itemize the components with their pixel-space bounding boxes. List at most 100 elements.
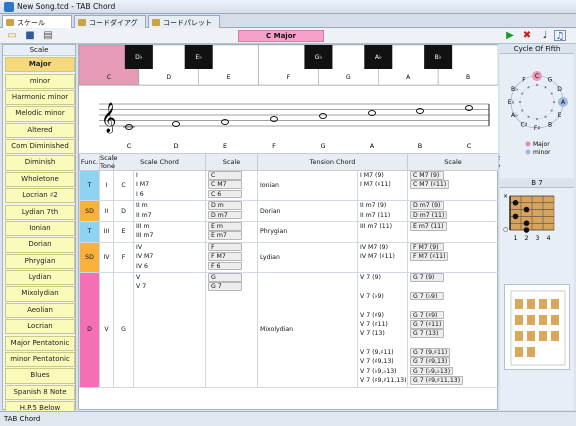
tension-chord[interactable]: F M7 (9) — [410, 243, 496, 252]
tension-chord[interactable]: C M7 (9) — [410, 171, 496, 181]
tension-chord-chip[interactable]: G 7 (♯9,♯11,13) — [410, 376, 464, 385]
scale-chord[interactable]: C M7 — [208, 180, 255, 189]
scale-button[interactable]: minor Pentatonic — [5, 351, 75, 368]
scale-button[interactable]: Melodic minor — [5, 106, 75, 122]
tension-chord-chip[interactable]: G 7 (9,♯11) — [410, 348, 451, 357]
tension-chord-chip[interactable]: C M7 (♯11) — [410, 180, 450, 189]
scale-chord[interactable]: E m7 — [208, 231, 255, 240]
scale-button[interactable]: Phrygian — [5, 253, 75, 269]
tension-chord[interactable]: E m7 (11) — [410, 222, 496, 231]
scale-button[interactable]: Wholetone — [5, 171, 75, 187]
scale-button[interactable]: Locrian ♯2 — [5, 188, 75, 204]
tension-chord-chip[interactable]: G 7 (♯9) — [410, 310, 445, 320]
scale-chord-chip[interactable]: E m7 — [208, 231, 242, 240]
tension-chord-chip[interactable]: G 7 (♭9,♭13) — [410, 366, 454, 376]
scale-chord-chip[interactable]: F M7 — [208, 252, 242, 261]
save-disk-icon[interactable]: ■ — [24, 30, 36, 41]
scale-button[interactable]: Aeolian — [5, 302, 75, 318]
scale-chord[interactable]: E m — [208, 222, 255, 231]
circle-note[interactable]: F♯ — [534, 125, 540, 132]
tension-chord[interactable]: G 7 (♯9) — [410, 310, 496, 320]
scale-button[interactable]: Lydian — [5, 270, 75, 286]
scale-chord[interactable]: G — [208, 273, 255, 282]
music-notes-icon[interactable]: ♫ — [554, 30, 566, 42]
note-icon[interactable]: ♩ — [539, 30, 551, 41]
tension-chord[interactable]: G 7 (♭9) — [410, 291, 496, 301]
scale-button[interactable]: Major — [5, 57, 75, 73]
tension-chord-chip[interactable]: C M7 (9) — [410, 171, 445, 180]
scale-chord-chip[interactable]: C M7 — [208, 180, 242, 189]
scale-chord-chip[interactable]: D m — [208, 201, 242, 210]
circle-note[interactable]: G — [548, 77, 553, 84]
scale-button[interactable]: Com Diminished — [5, 139, 75, 155]
piano-keyboard[interactable]: C D E F G A BD♭ E♭ G♭ A♭ B♭ — [79, 45, 498, 85]
circle-note[interactable]: B♭ — [511, 86, 518, 93]
open-folder-icon[interactable]: ▭ — [6, 30, 18, 41]
circle-note[interactable]: E — [558, 112, 562, 119]
tension-chord-chip[interactable]: F M7 (9) — [410, 243, 445, 252]
scale-button[interactable]: Lydian 7th — [5, 204, 75, 220]
scale-button[interactable]: Major Pentatonic — [5, 335, 75, 351]
tension-chord[interactable]: G 7 (♭9,♭13) — [410, 366, 496, 376]
scale-chord-chip[interactable]: G — [208, 273, 242, 282]
circle-note[interactable]: C♯ — [520, 122, 527, 129]
scale-chord-chip[interactable]: E m — [208, 222, 242, 231]
tab-chord-palette[interactable]: コードパレット — [148, 15, 220, 28]
tab-chord-diagram[interactable]: コードダイアグラム — [74, 15, 146, 37]
tension-chord-chip[interactable]: G 7 (♯9,13) — [410, 357, 451, 367]
scale-chord[interactable]: D m7 — [208, 210, 255, 220]
scale-chord[interactable]: C 6 — [208, 189, 255, 199]
tension-chord[interactable]: G 7 (9,♯11) — [410, 348, 496, 357]
scale-button[interactable]: Blues — [5, 368, 75, 384]
circle-note[interactable]: F — [522, 77, 526, 84]
scale-button[interactable]: Ionian — [5, 220, 75, 237]
tension-chord[interactable]: G 7 (13) — [410, 329, 496, 338]
tension-chord-chip[interactable]: G 7 (♭9) — [410, 291, 445, 301]
tension-chord-chip[interactable]: F M7 (♯11) — [410, 252, 449, 261]
circle-of-fifths[interactable]: C GDAEBF♯C♯A♭E♭B♭FMajorminor — [500, 54, 574, 164]
circle-note[interactable]: D — [557, 86, 562, 93]
tension-chord[interactable]: G 7 (9) — [410, 273, 496, 282]
tension-chord-chip[interactable]: D m7 (9) — [410, 201, 445, 210]
tension-chord-chip[interactable]: G 7 (♯11) — [410, 319, 445, 329]
scale-chord-chip[interactable]: C 6 — [208, 189, 242, 199]
tension-chord-chip[interactable]: D m7 (11) — [410, 210, 448, 220]
print-icon[interactable]: ▤ — [42, 30, 54, 41]
circle-note[interactable]: A♭ — [511, 112, 518, 119]
stop-icon[interactable]: ✖ — [521, 30, 533, 41]
scale-chord-chip[interactable]: F 6 — [208, 261, 242, 271]
scale-button[interactable]: Diminish — [5, 155, 75, 171]
scale-chord[interactable]: F — [208, 243, 255, 252]
tension-chord[interactable]: D m7 (9) — [410, 201, 496, 211]
scale-button[interactable]: minor — [5, 73, 75, 89]
scale-button[interactable]: Mixolydian — [5, 286, 75, 302]
scale-chord[interactable]: D m — [208, 201, 255, 211]
scale-chord[interactable]: G 7 — [208, 282, 255, 291]
tension-chord-chip[interactable]: E m7 (11) — [410, 222, 447, 231]
tension-chord[interactable]: G 7 (♯9,♯11,13) — [410, 376, 496, 385]
circle-note[interactable]: C — [535, 73, 539, 80]
tab-scale[interactable]: スケール — [2, 15, 72, 28]
scale-button[interactable]: Dorian — [5, 237, 75, 253]
scale-chord[interactable]: F 6 — [208, 261, 255, 271]
scale-chord[interactable]: F M7 — [208, 252, 255, 261]
scale-button[interactable]: Locrian — [5, 319, 75, 335]
tension-chord[interactable]: G 7 (♯9,13) — [410, 357, 496, 367]
scale-chord-chip[interactable]: G 7 — [208, 282, 242, 291]
tension-chord-chip[interactable]: G 7 (13) — [410, 329, 445, 338]
tension-chord[interactable]: G 7 (♯11) — [410, 319, 496, 329]
scale-chord-chip[interactable]: C — [208, 171, 242, 180]
circle-note[interactable]: E♭ — [508, 99, 515, 106]
tension-chord[interactable]: C M7 (♯11) — [410, 180, 496, 189]
scale-chord-chip[interactable]: F — [208, 243, 242, 252]
circle-note[interactable]: B — [548, 122, 552, 129]
scale-button[interactable]: Spanish 8 Note — [5, 384, 75, 400]
play-icon[interactable]: ▶ — [504, 30, 516, 41]
scale-chord[interactable]: C — [208, 171, 255, 181]
scale-button[interactable]: Harmonic minor — [5, 89, 75, 106]
tension-chord[interactable]: F M7 (♯11) — [410, 252, 496, 261]
scale-chord-chip[interactable]: D m7 — [208, 210, 242, 220]
tension-chord-chip[interactable]: G 7 (9) — [410, 273, 445, 282]
tension-chord[interactable]: D m7 (11) — [410, 210, 496, 220]
scale-button[interactable]: Altered — [5, 122, 75, 138]
